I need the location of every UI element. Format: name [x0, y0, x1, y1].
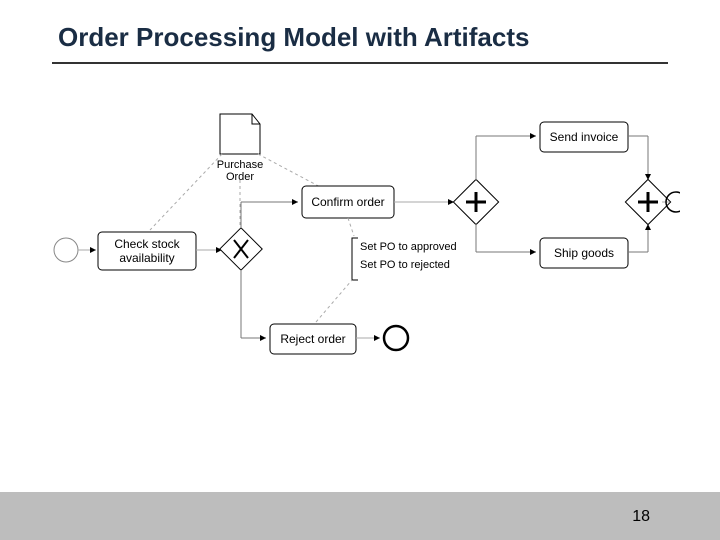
- task-send-invoice-label: Send invoice: [550, 130, 619, 144]
- association-line: [316, 280, 352, 322]
- process-diagram: Check stock availability Purchase Order …: [40, 110, 680, 390]
- task-confirm-label: Confirm order: [311, 195, 384, 209]
- end-event-icon: [384, 326, 408, 350]
- purchase-order-artifact: [220, 114, 260, 154]
- start-event-icon: [54, 238, 78, 262]
- artifact-label1: Purchase: [217, 159, 263, 171]
- association-line: [258, 154, 326, 190]
- parallel-gateway-icon: [453, 179, 498, 224]
- task-reject-label: Reject order: [280, 332, 345, 346]
- annotation-rejected: Set PO to rejected: [360, 259, 450, 271]
- annotation-approved: Set PO to approved: [360, 241, 457, 253]
- footer-bar: [0, 492, 720, 540]
- association-line: [348, 218, 354, 236]
- page-title: Order Processing Model with Artifacts: [58, 22, 529, 53]
- title-underline: [52, 62, 668, 64]
- task-check-stock-label1: Check stock: [114, 237, 180, 251]
- association-line: [150, 154, 222, 230]
- annotation-bracket: [352, 238, 358, 280]
- page-number: 18: [632, 508, 650, 526]
- exclusive-gateway-icon: [220, 228, 262, 270]
- task-check-stock-label2: availability: [119, 251, 174, 265]
- task-ship-goods-label: Ship goods: [554, 246, 614, 260]
